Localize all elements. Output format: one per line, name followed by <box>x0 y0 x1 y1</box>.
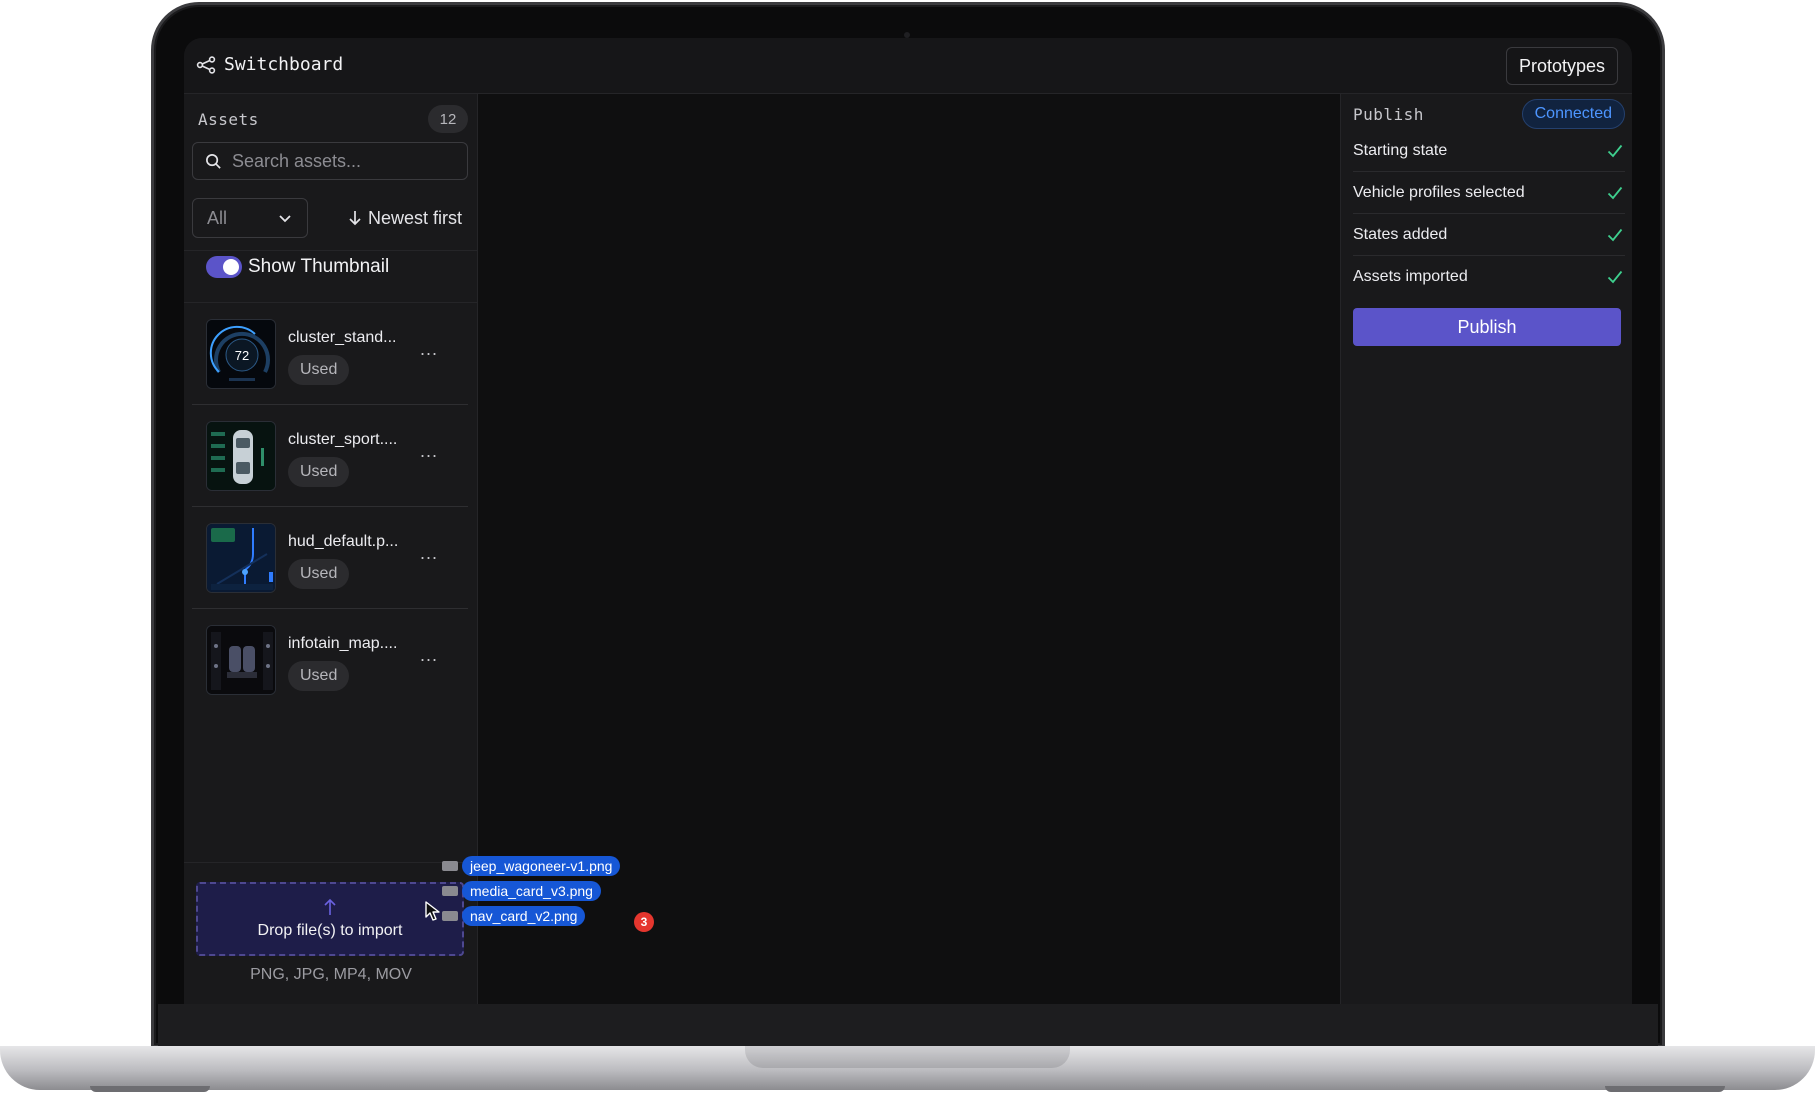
used-badge: Used <box>288 559 350 589</box>
app-window: Switchboard Prototypes Assets 12 All New… <box>184 38 1632 1004</box>
checklist-label: Assets imported <box>1353 268 1468 285</box>
more-options-button[interactable]: ... <box>420 543 438 564</box>
thumbnail-toggle-row: Show Thumbnail <box>206 252 389 282</box>
arrow-down-icon <box>349 211 361 226</box>
sort-label: Newest first <box>367 207 462 228</box>
image-file-icon <box>442 886 458 896</box>
used-badge: Used <box>288 457 350 487</box>
check-icon <box>1607 186 1623 199</box>
assets-header: Assets 12 <box>198 104 468 134</box>
drop-zone-label: Drop file(s) to import <box>257 922 403 939</box>
app-title: Switchboard <box>224 54 344 75</box>
more-options-button[interactable]: ... <box>420 441 438 462</box>
check-icon <box>1607 228 1623 241</box>
dragged-file-name: jeep_wagoneer-v1.png <box>462 856 621 876</box>
checklist-item: Starting state <box>1353 130 1625 172</box>
divider <box>184 250 478 251</box>
prototypes-button[interactable]: Prototypes <box>1505 47 1618 85</box>
brand[interactable]: Switchboard <box>196 54 343 75</box>
more-options-button[interactable]: ... <box>420 339 438 360</box>
checklist-label: Vehicle profiles selected <box>1353 183 1525 201</box>
publish-checklist: Starting state Vehicle profiles selected… <box>1353 130 1625 298</box>
dragged-file-name: nav_card_v2.png <box>462 906 586 926</box>
asset-name: hud_default.p... <box>288 533 399 550</box>
checklist-item: Vehicle profiles selected <box>1353 172 1625 214</box>
list-item[interactable]: hud_default.p... Used ... <box>192 507 468 609</box>
drag-count-badge: 3 <box>634 912 654 932</box>
asset-name: cluster_stand... <box>288 329 397 346</box>
type-filter-value: All <box>207 207 228 228</box>
sort-button[interactable]: Newest first <box>348 208 468 229</box>
used-badge: Used <box>288 355 350 385</box>
divider <box>184 862 478 863</box>
dragged-file-name: media_card_v3.png <box>462 881 601 901</box>
list-item[interactable]: 72 cluster_stand... Used ... <box>192 303 468 405</box>
share-nodes-icon <box>196 55 216 74</box>
laptop-foot <box>90 1086 210 1092</box>
car-topview-thumbnail <box>206 421 276 491</box>
arrow-up-icon <box>324 898 336 915</box>
image-file-icon <box>442 861 458 871</box>
connection-status-badge: Connected <box>1521 99 1625 129</box>
svg-text:72: 72 <box>235 348 249 363</box>
checklist-item: Assets imported <box>1353 256 1625 298</box>
thumbnail-toggle-label: Show Thumbnail <box>248 256 390 277</box>
checklist-item: States added <box>1353 214 1625 256</box>
laptop-foot <box>1605 1086 1725 1092</box>
checklist-label: States added <box>1353 225 1448 243</box>
filter-row: All Newest first <box>192 198 468 238</box>
list-item[interactable]: cluster_sport.... Used ... <box>192 405 468 507</box>
publish-header: Publish Connected <box>1353 98 1625 130</box>
assets-title: Assets <box>198 109 259 129</box>
asset-list: 72 cluster_stand... Used ... cluster_spo… <box>192 303 468 711</box>
more-options-button[interactable]: ... <box>420 645 438 666</box>
asset-name: cluster_sport.... <box>288 431 398 448</box>
check-icon <box>1607 270 1623 284</box>
thumbnail-toggle[interactable] <box>206 256 242 278</box>
check-icon <box>1607 144 1623 157</box>
top-bar: Switchboard Prototypes <box>184 38 1632 94</box>
list-item[interactable]: infotain_map.... Used ... <box>192 609 468 711</box>
navigation-map-thumbnail <box>206 523 276 593</box>
laptop-notch <box>745 1046 1070 1068</box>
image-file-icon <box>442 911 458 921</box>
dragged-file: media_card_v3.png <box>442 881 601 901</box>
publish-button[interactable]: Publish <box>1353 308 1621 346</box>
assets-sidebar: Assets 12 All Newest first Show Thumbnai… <box>184 94 478 1004</box>
type-filter-select[interactable]: All <box>192 198 308 238</box>
used-badge: Used <box>288 661 350 691</box>
search-input[interactable] <box>232 150 452 172</box>
dragged-file: jeep_wagoneer-v1.png <box>442 856 621 876</box>
search-box[interactable] <box>192 142 468 180</box>
assets-count-badge: 12 <box>428 105 468 133</box>
publish-title: Publish <box>1353 104 1424 124</box>
search-icon <box>206 153 221 169</box>
supported-formats: PNG, JPG, MP4, MOV <box>250 966 412 983</box>
screen-bezel <box>158 1004 1658 1050</box>
gauge-cluster-thumbnail: 72 <box>206 319 276 389</box>
checklist-label: Starting state <box>1353 141 1448 159</box>
chevron-down-icon <box>279 215 291 223</box>
asset-name: infotain_map.... <box>288 635 398 652</box>
seat-controls-thumbnail <box>206 625 276 695</box>
publish-panel: Publish Connected Starting state Vehicle… <box>1340 94 1632 1004</box>
dragged-file: nav_card_v2.png <box>442 906 586 926</box>
pointer-cursor-icon <box>425 901 440 921</box>
